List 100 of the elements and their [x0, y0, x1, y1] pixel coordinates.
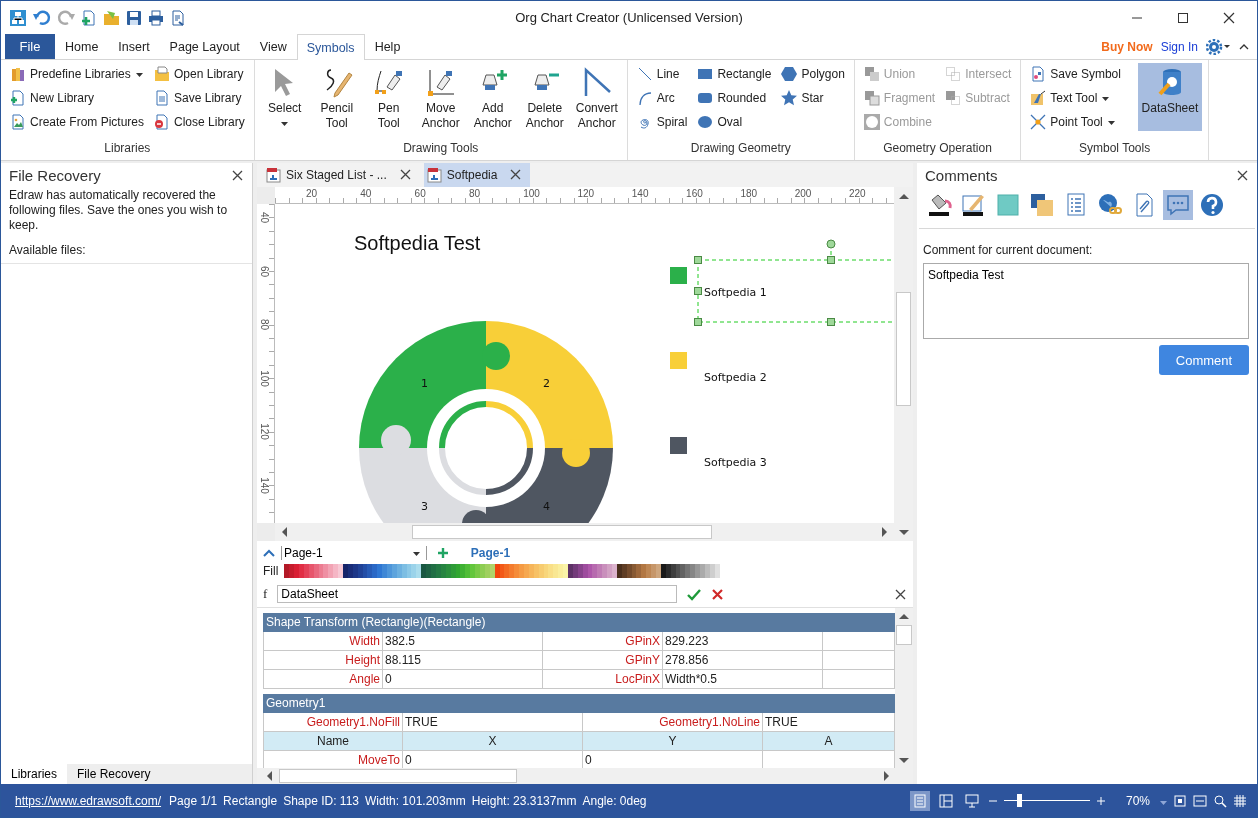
- file-tab[interactable]: File: [5, 34, 55, 59]
- ribbon-button[interactable]: Save Library: [151, 87, 248, 109]
- ribbon-button[interactable]: Arc: [633, 87, 691, 109]
- table-cell: 0: [403, 751, 583, 768]
- recovery-message: Edraw has automatically recovered the following files. Save the ones you wish to keep.: [9, 188, 229, 233]
- fill-label: Fill: [263, 564, 279, 578]
- ribbon-button[interactable]: Close Library: [151, 111, 248, 133]
- ribbon-button[interactable]: Create From Pictures: [7, 111, 148, 133]
- ribbon-button[interactable]: Star: [778, 87, 848, 109]
- panel-title: Comments: [925, 167, 998, 184]
- ruler-number: 180: [740, 188, 758, 199]
- page-tab[interactable]: Page-1: [464, 545, 517, 561]
- ribbon-button[interactable]: Pen Tool: [364, 63, 413, 133]
- group-label: Drawing Tools: [402, 140, 480, 157]
- comment-label: Comment for current document:: [923, 243, 1094, 257]
- ruler-number: 60: [258, 264, 270, 279]
- ribbon-button[interactable]: New Library: [7, 87, 148, 109]
- menu-tab[interactable]: View: [249, 34, 297, 59]
- status-text: Rectangle: [223, 793, 278, 808]
- document-tab-label: Six Staged List - ...: [286, 167, 387, 182]
- ribbon-button[interactable]: Text Tool: [1027, 87, 1124, 109]
- table-cell: MoveTo: [263, 751, 403, 768]
- document-tab-label: Softpedia: [446, 167, 498, 182]
- formula-label: f: [263, 586, 268, 602]
- ribbon-button[interactable]: Rounded: [694, 87, 775, 109]
- table-cell: 278.856: [663, 651, 823, 670]
- window-title: Org Chart Creator (Unlicensed Version): [515, 10, 743, 25]
- ruler-number: 120: [577, 188, 595, 199]
- group-label: Geometry Operation: [882, 140, 993, 157]
- status-text: Height: 23.3137mm: [471, 793, 577, 808]
- status-text: Shape ID: 113: [283, 793, 359, 808]
- menu-tab[interactable]: Symbols: [296, 34, 365, 60]
- ribbon-button[interactable]: Move Anchor: [416, 63, 465, 133]
- ribbon-button[interactable]: Save Symbol: [1027, 63, 1124, 85]
- ribbon-button[interactable]: Select: [260, 63, 309, 133]
- ribbon-button[interactable]: Rectangle: [694, 63, 775, 85]
- document-tab[interactable]: Six Staged List - ...: [263, 163, 420, 187]
- menu-tab[interactable]: Help: [364, 34, 411, 59]
- ruler-number: 80: [468, 188, 480, 199]
- section-header: Shape Transform (Rectangle)(Rectangle): [263, 613, 895, 632]
- sign-in-link[interactable]: Sign In: [1160, 39, 1198, 54]
- table-cell: Y: [583, 732, 763, 751]
- document-tab[interactable]: Softpedia: [423, 163, 531, 187]
- ruler-number: 120: [258, 422, 270, 442]
- list-label: Available files:: [9, 243, 87, 257]
- table-cell: GPinY: [543, 651, 663, 670]
- table-cell: 0: [583, 751, 763, 768]
- group-label: Drawing Geometry: [689, 140, 792, 157]
- table-cell: A: [763, 732, 895, 751]
- ribbon-button[interactable]: Polygon: [778, 63, 848, 85]
- menu-tab[interactable]: Insert: [108, 34, 160, 59]
- ribbon-button[interactable]: Spiral: [633, 111, 691, 133]
- ruler-number: 160: [686, 188, 703, 199]
- ruler-number: 60: [414, 188, 426, 199]
- ribbon-button[interactable]: Oval: [694, 111, 775, 133]
- table-cell: 382.5: [383, 632, 543, 651]
- zoom-level[interactable]: 70%: [1125, 793, 1150, 808]
- legend-label: Softpedia 2: [704, 371, 767, 384]
- ruler-number: 100: [258, 368, 270, 388]
- table-cell: Geometry1.NoLine: [583, 713, 763, 732]
- diagram-title: Softpedia Test: [354, 232, 481, 254]
- ribbon-button[interactable]: Pencil Tool: [312, 63, 361, 133]
- ruler-number: 200: [794, 188, 812, 199]
- table-cell: Height: [263, 651, 383, 670]
- ruler-number: 100: [523, 188, 540, 199]
- page-dropdown[interactable]: Page-1: [281, 546, 427, 560]
- table-cell: Geometry1.NoFill: [263, 713, 403, 732]
- formula-field[interactable]: DataSheet: [277, 585, 678, 603]
- panel-tab[interactable]: Libraries: [1, 764, 68, 784]
- ribbon-button[interactable]: DataSheet: [1137, 63, 1202, 131]
- ruler-number: 40: [258, 210, 270, 226]
- table-cell: X: [403, 732, 583, 751]
- status-text: Page 1/1: [169, 793, 218, 808]
- ruler-number: 220: [849, 188, 866, 199]
- table-cell: 829.223: [663, 632, 823, 651]
- ribbon-button[interactable]: Convert Anchor: [572, 63, 621, 133]
- panel-tab[interactable]: File Recovery: [67, 764, 161, 784]
- ribbon-button[interactable]: Delete Anchor: [520, 63, 569, 133]
- ribbon-button[interactable]: Predefine Libraries: [7, 63, 148, 85]
- status-text: Angle: 0deg: [582, 793, 647, 808]
- status-text: Width: 101.203mm: [365, 793, 466, 808]
- legend-label: Softpedia 1: [704, 286, 767, 299]
- menu-tab[interactable]: Page Layout: [159, 34, 250, 59]
- table-cell: Angle: [263, 670, 383, 689]
- legend-label: Softpedia 3: [704, 456, 767, 469]
- table-cell: TRUE: [763, 713, 895, 732]
- ruler-number: 40: [360, 188, 372, 199]
- ribbon-button[interactable]: Point Tool: [1027, 111, 1124, 133]
- menu-tab[interactable]: Home: [55, 34, 109, 59]
- ribbon-button[interactable]: Open Library: [151, 63, 248, 85]
- table-cell: 88.115: [383, 651, 543, 670]
- segment-number: 1: [421, 377, 428, 390]
- comment-button[interactable]: Comment: [1159, 345, 1249, 375]
- ribbon-button[interactable]: Line: [633, 63, 691, 85]
- table-cell: Width*0.5: [663, 670, 823, 689]
- ribbon-button[interactable]: Add Anchor: [468, 63, 517, 133]
- comment-field[interactable]: Softpedia Test: [923, 263, 1249, 339]
- segment-number: 3: [421, 500, 428, 513]
- website-link[interactable]: https://www.edrawsoft.com/: [15, 793, 162, 808]
- table-cell: GPinX: [543, 632, 663, 651]
